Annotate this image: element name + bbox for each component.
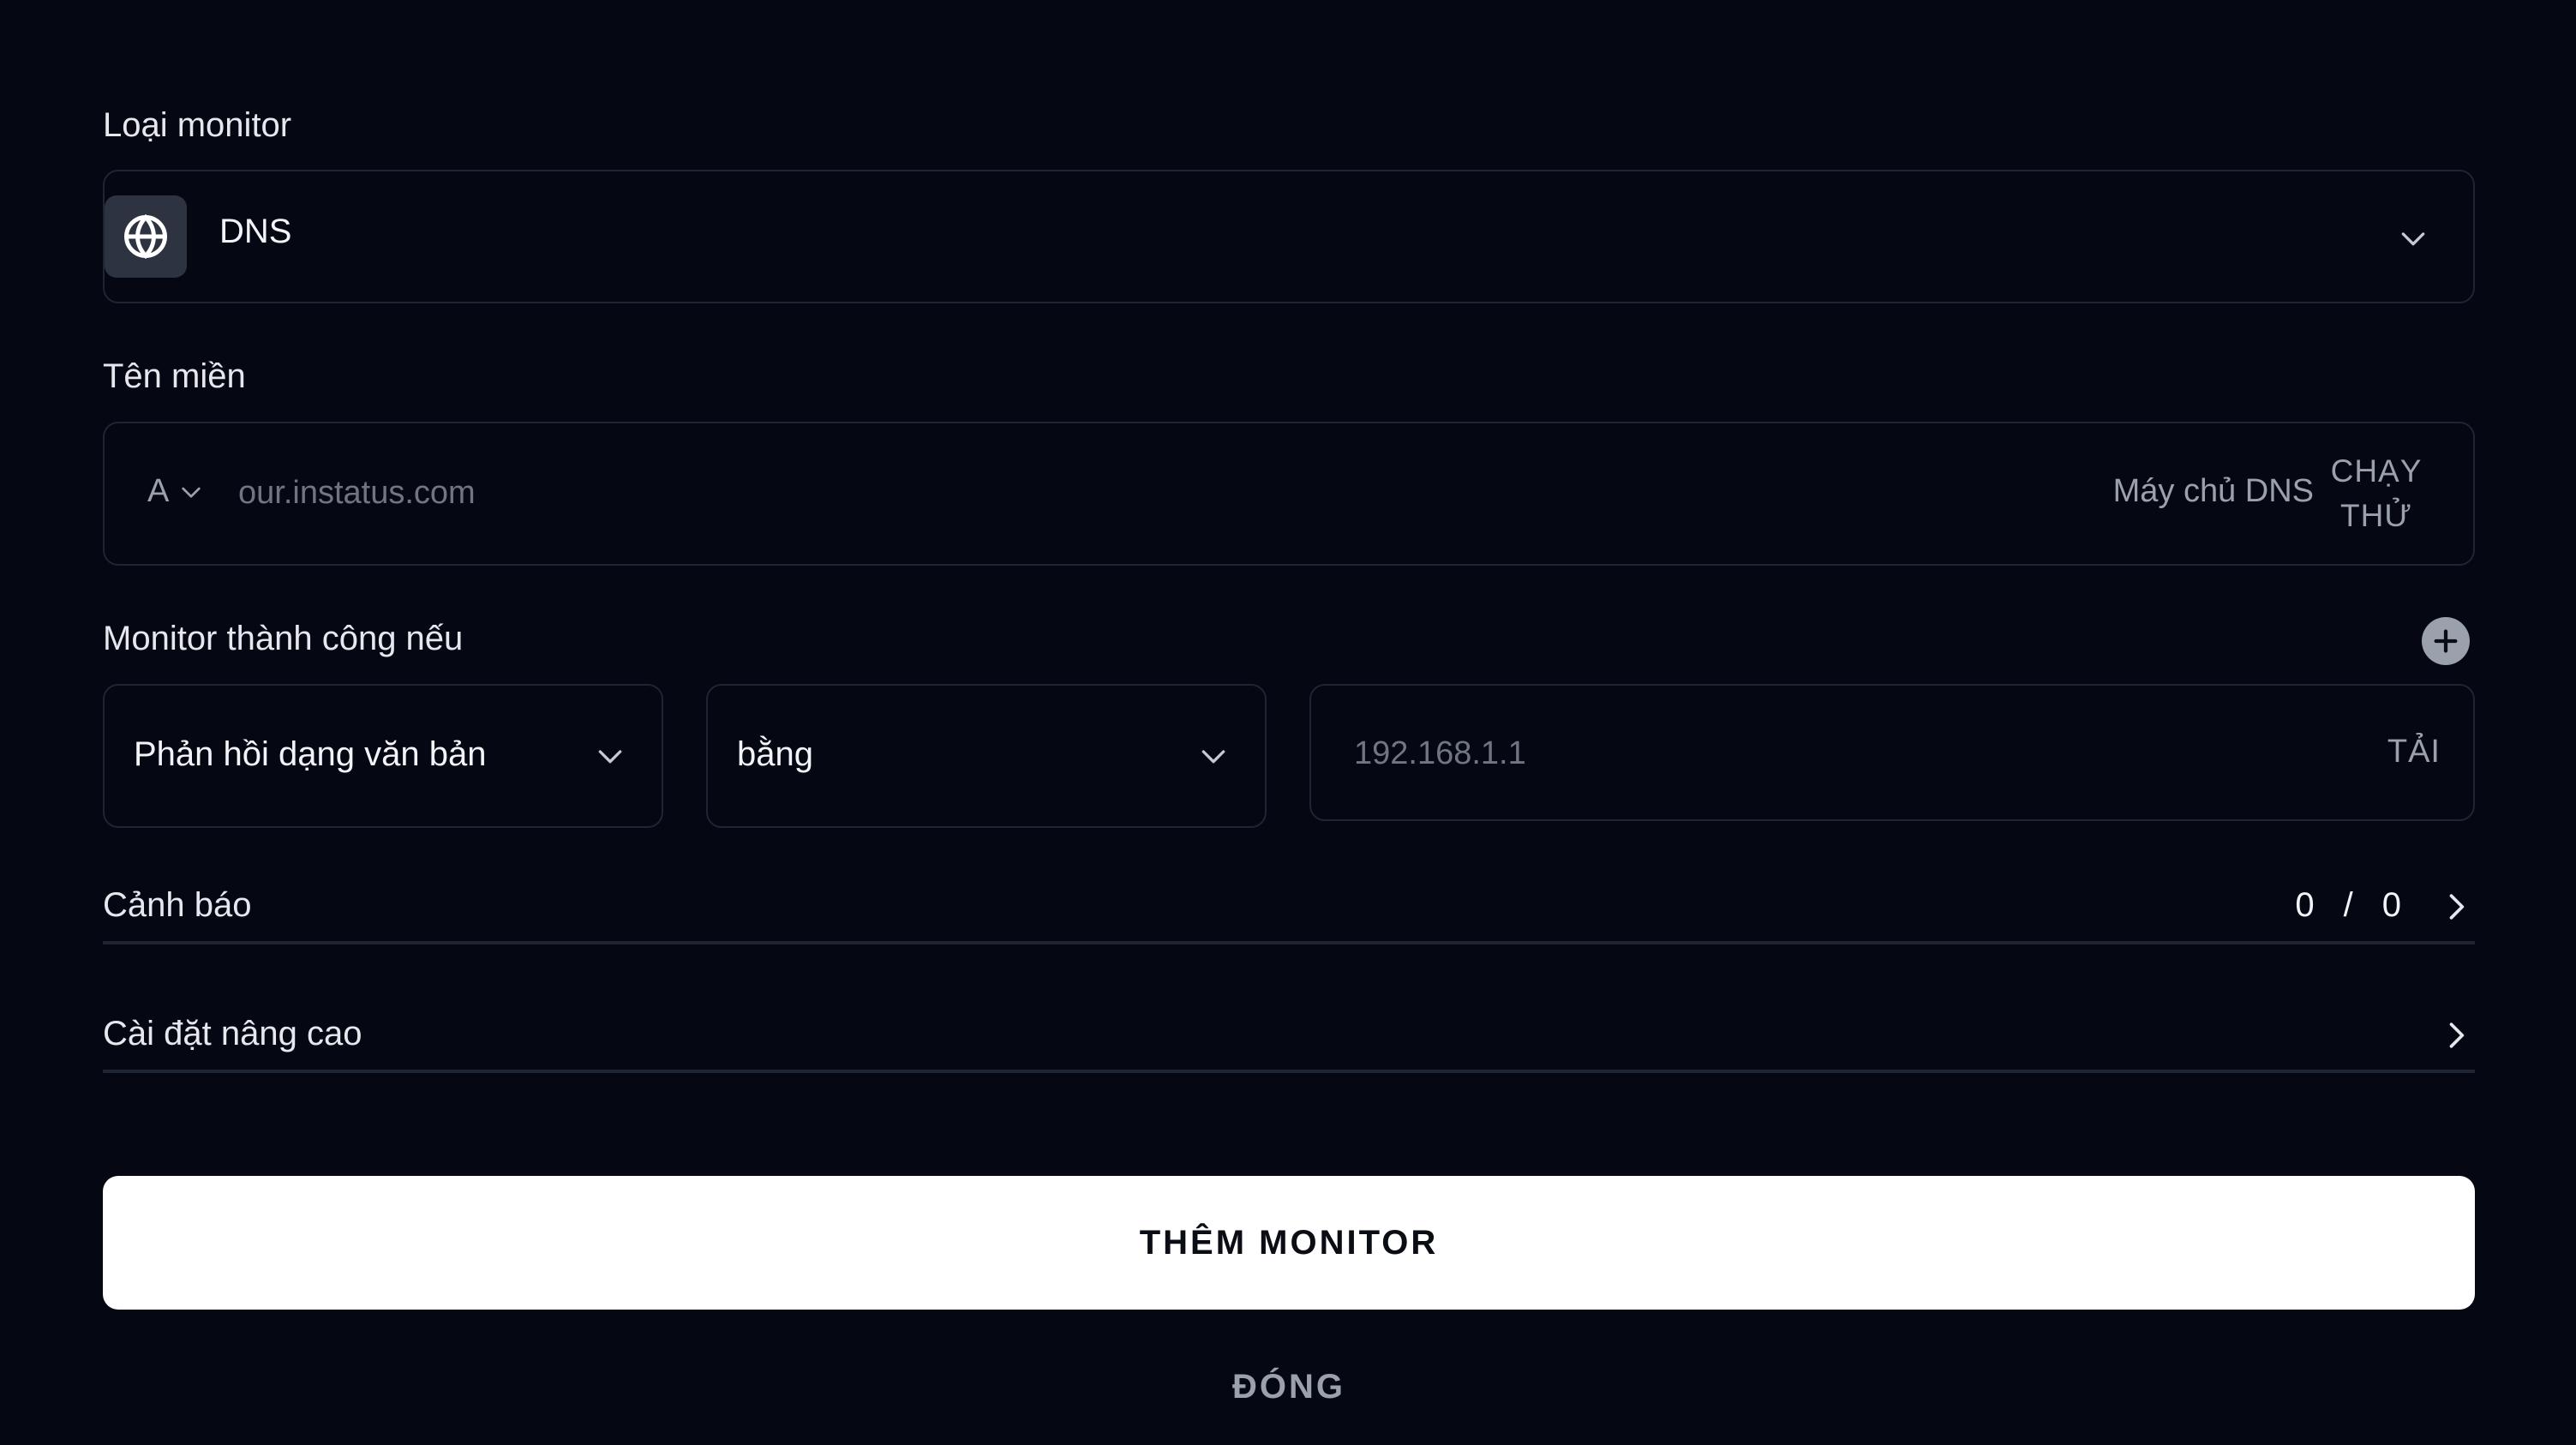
expected-value-input[interactable]: [1352, 720, 2298, 787]
response-type-value: Phản hồi dạng văn bản: [134, 735, 487, 773]
operator-value: bằng: [737, 735, 813, 773]
domain-label: Tên miền: [103, 357, 246, 395]
chevron-right-icon: [2437, 1016, 2475, 1054]
advanced-settings-label: Cài đặt nâng cao: [103, 1015, 362, 1052]
monitor-type-value: DNS: [219, 213, 292, 250]
globe-icon: [105, 195, 187, 278]
close-button[interactable]: ĐÓNG: [103, 1359, 2475, 1414]
alerts-count: 0 / 0: [2295, 886, 2401, 925]
chevron-down-icon: [177, 478, 205, 506]
chevron-right-icon: [2437, 888, 2475, 926]
load-button[interactable]: TẢI: [2387, 734, 2441, 770]
record-type-select[interactable]: A: [147, 473, 205, 510]
chevron-down-icon: [1196, 739, 1231, 773]
expected-value-field: TẢI: [1309, 684, 2475, 821]
chevron-down-icon: [2396, 221, 2430, 255]
alerts-row[interactable]: Cảnh báo 0 / 0: [103, 879, 2475, 944]
monitor-type-label: Loại monitor: [103, 106, 292, 144]
run-test-button[interactable]: CHẠY THỬ: [2321, 449, 2432, 538]
success-condition-label: Monitor thành công nếu: [103, 620, 464, 657]
operator-select[interactable]: bằng: [706, 684, 1267, 828]
domain-field: A Máy chủ DNS CHẠY THỬ: [103, 422, 2475, 566]
domain-input[interactable]: [237, 459, 1954, 526]
alerts-count-separator: /: [2343, 886, 2353, 924]
plus-icon: [2434, 629, 2458, 653]
alerts-count-left: 0: [2295, 886, 2315, 924]
add-condition-button[interactable]: [2422, 617, 2470, 665]
alerts-label: Cảnh báo: [103, 886, 252, 924]
monitor-type-select[interactable]: DNS: [103, 170, 2475, 303]
chevron-down-icon: [593, 739, 627, 773]
add-monitor-button[interactable]: THÊM MONITOR: [103, 1176, 2475, 1310]
record-type-value: A: [147, 473, 170, 509]
run-test-label-line2: THỬ: [2340, 498, 2412, 533]
dns-server-button[interactable]: Máy chủ DNS: [2113, 473, 2314, 510]
alerts-count-right: 0: [2381, 886, 2401, 924]
advanced-settings-row[interactable]: Cài đặt nâng cao: [103, 1008, 2475, 1073]
run-test-label-line1: CHẠY: [2330, 453, 2423, 489]
add-monitor-form: Loại monitor DNS Tên miền A M: [103, 0, 2475, 1445]
response-type-select[interactable]: Phản hồi dạng văn bản: [103, 684, 663, 828]
